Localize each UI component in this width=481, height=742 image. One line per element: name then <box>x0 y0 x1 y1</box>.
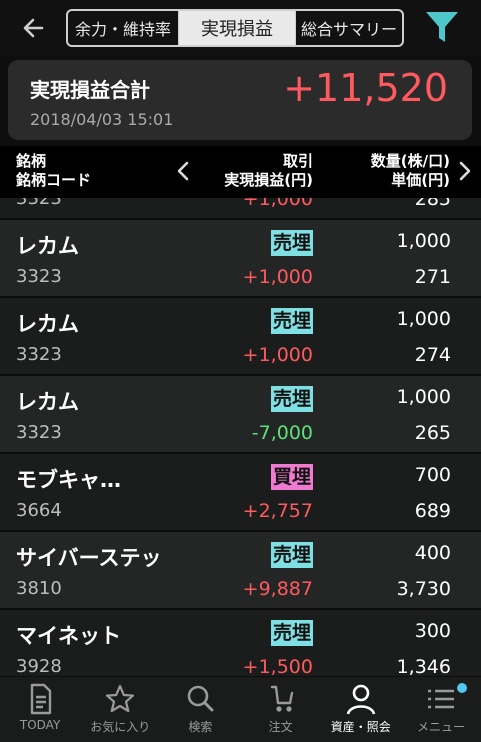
tab-summary[interactable]: 総合サマリー <box>295 11 402 45</box>
realized-pl: +1,000 <box>242 344 313 366</box>
quantity: 1,000 <box>396 308 451 330</box>
stock-code: 3323 <box>16 198 62 209</box>
nav-label: TODAY <box>19 718 61 732</box>
stock-name: モブキャ… <box>16 468 121 492</box>
trade-badge: 売埋 <box>270 620 313 646</box>
menu-icon <box>427 689 454 709</box>
summary-card: 実現損益合計 +11,520 2018/04/03 15:01 <box>8 60 472 140</box>
nav-favorites[interactable]: お気に入り <box>80 677 160 742</box>
search-icon <box>188 685 214 712</box>
unit-price: 689 <box>414 500 451 522</box>
column-header: 銘柄 銘柄コード 取引 実現損益(円) 数量(株/口) 単価(円) <box>0 146 481 198</box>
quantity: 1,000 <box>396 230 451 252</box>
stock-name: レカム <box>16 312 79 336</box>
segment-control: 余力・維持率 実現損益 総合サマリー <box>66 9 404 47</box>
realized-pl: +1,000 <box>242 198 313 210</box>
unit-price: 274 <box>414 344 451 366</box>
nav-assets[interactable]: 資産・照会 <box>321 677 401 742</box>
quantity: 400 <box>414 542 451 564</box>
nav-search[interactable]: 検索 <box>160 677 240 742</box>
unit-price: 265 <box>414 422 451 444</box>
trade-badge: 売埋 <box>270 230 313 256</box>
stock-name: マイネット <box>16 624 121 648</box>
stock-code: 3323 <box>16 422 62 443</box>
realized-pl: +9,887 <box>242 578 313 600</box>
nav-label: 注文 <box>268 720 293 734</box>
today-icon <box>30 683 52 715</box>
unit-price: 3,730 <box>396 578 451 600</box>
realized-pl-list: 3323 +1,000 285 レカム 売埋 1,000 3323 +1,000… <box>0 198 481 676</box>
table-row[interactable]: サイバーステッ 売埋 400 3810 +9,887 3,730 <box>0 532 481 610</box>
realized-pl: +2,757 <box>242 500 313 522</box>
top-bar: 余力・維持率 実現損益 総合サマリー <box>0 0 481 56</box>
nav-menu[interactable]: メニュー <box>401 677 481 742</box>
realized-pl: +1,000 <box>242 266 313 288</box>
table-row[interactable]: モブキャ… 買埋 700 3664 +2,757 689 <box>0 454 481 532</box>
unit-price: 271 <box>414 266 451 288</box>
trade-badge: 売埋 <box>270 386 313 412</box>
stock-code: 3323 <box>16 344 62 365</box>
bottom-nav: TODAY お気に入り 検索 注文 資産・照会 メニュー <box>0 677 481 742</box>
table-row[interactable]: レカム 売埋 1,000 3323 -7,000 265 <box>0 376 481 454</box>
table-row[interactable]: 3323 +1,000 285 <box>0 198 481 220</box>
unit-price: 1,346 <box>396 656 451 676</box>
quantity: 1,000 <box>396 386 451 408</box>
chevron-right-icon[interactable] <box>457 159 473 183</box>
stock-code: 3664 <box>16 500 62 521</box>
col-trade-header: 取引 実現損益(円) <box>224 152 313 189</box>
tab-margin[interactable]: 余力・維持率 <box>68 11 179 45</box>
quantity: 300 <box>414 620 451 642</box>
stock-code: 3323 <box>16 266 62 287</box>
unit-price: 285 <box>414 198 451 210</box>
trade-badge: 売埋 <box>270 308 313 334</box>
summary-total: +11,520 <box>283 66 448 110</box>
nav-order[interactable]: 注文 <box>241 677 321 742</box>
back-arrow-icon[interactable] <box>18 12 50 44</box>
nav-today[interactable]: TODAY <box>0 677 80 742</box>
stock-code: 3810 <box>16 578 62 599</box>
table-row[interactable]: マイネット 売埋 300 3928 +1,500 1,346 <box>0 610 481 676</box>
cart-icon <box>270 685 293 712</box>
trade-badge: 買埋 <box>270 464 313 490</box>
nav-label: 検索 <box>188 720 213 734</box>
summary-title: 実現損益合計 <box>30 78 150 102</box>
table-row[interactable]: レカム 売埋 1,000 3323 +1,000 271 <box>0 220 481 298</box>
filter-icon[interactable] <box>424 10 460 44</box>
person-icon <box>346 684 376 715</box>
stock-name: レカム <box>16 390 79 414</box>
summary-datetime: 2018/04/03 15:01 <box>30 110 174 129</box>
stock-code: 3928 <box>16 656 62 676</box>
nav-label: 資産・照会 <box>330 720 391 734</box>
nav-label: メニュー <box>416 720 465 734</box>
stock-name: サイバーステッ <box>16 546 162 570</box>
nav-label: お気に入り <box>90 720 151 734</box>
table-row[interactable]: レカム 売埋 1,000 3323 +1,000 274 <box>0 298 481 376</box>
tab-realized-pl[interactable]: 実現損益 <box>179 11 295 45</box>
realized-pl: +1,500 <box>242 656 313 676</box>
trade-badge: 売埋 <box>270 542 313 568</box>
col-name-header: 銘柄 銘柄コード <box>16 152 92 189</box>
star-icon <box>106 684 135 713</box>
notification-dot <box>457 683 468 693</box>
col-qty-header: 数量(株/口) 単価(円) <box>370 152 450 189</box>
quantity: 700 <box>414 464 451 486</box>
realized-pl: -7,000 <box>251 422 313 444</box>
chevron-left-icon[interactable] <box>175 159 191 183</box>
stock-name: レカム <box>16 234 79 258</box>
